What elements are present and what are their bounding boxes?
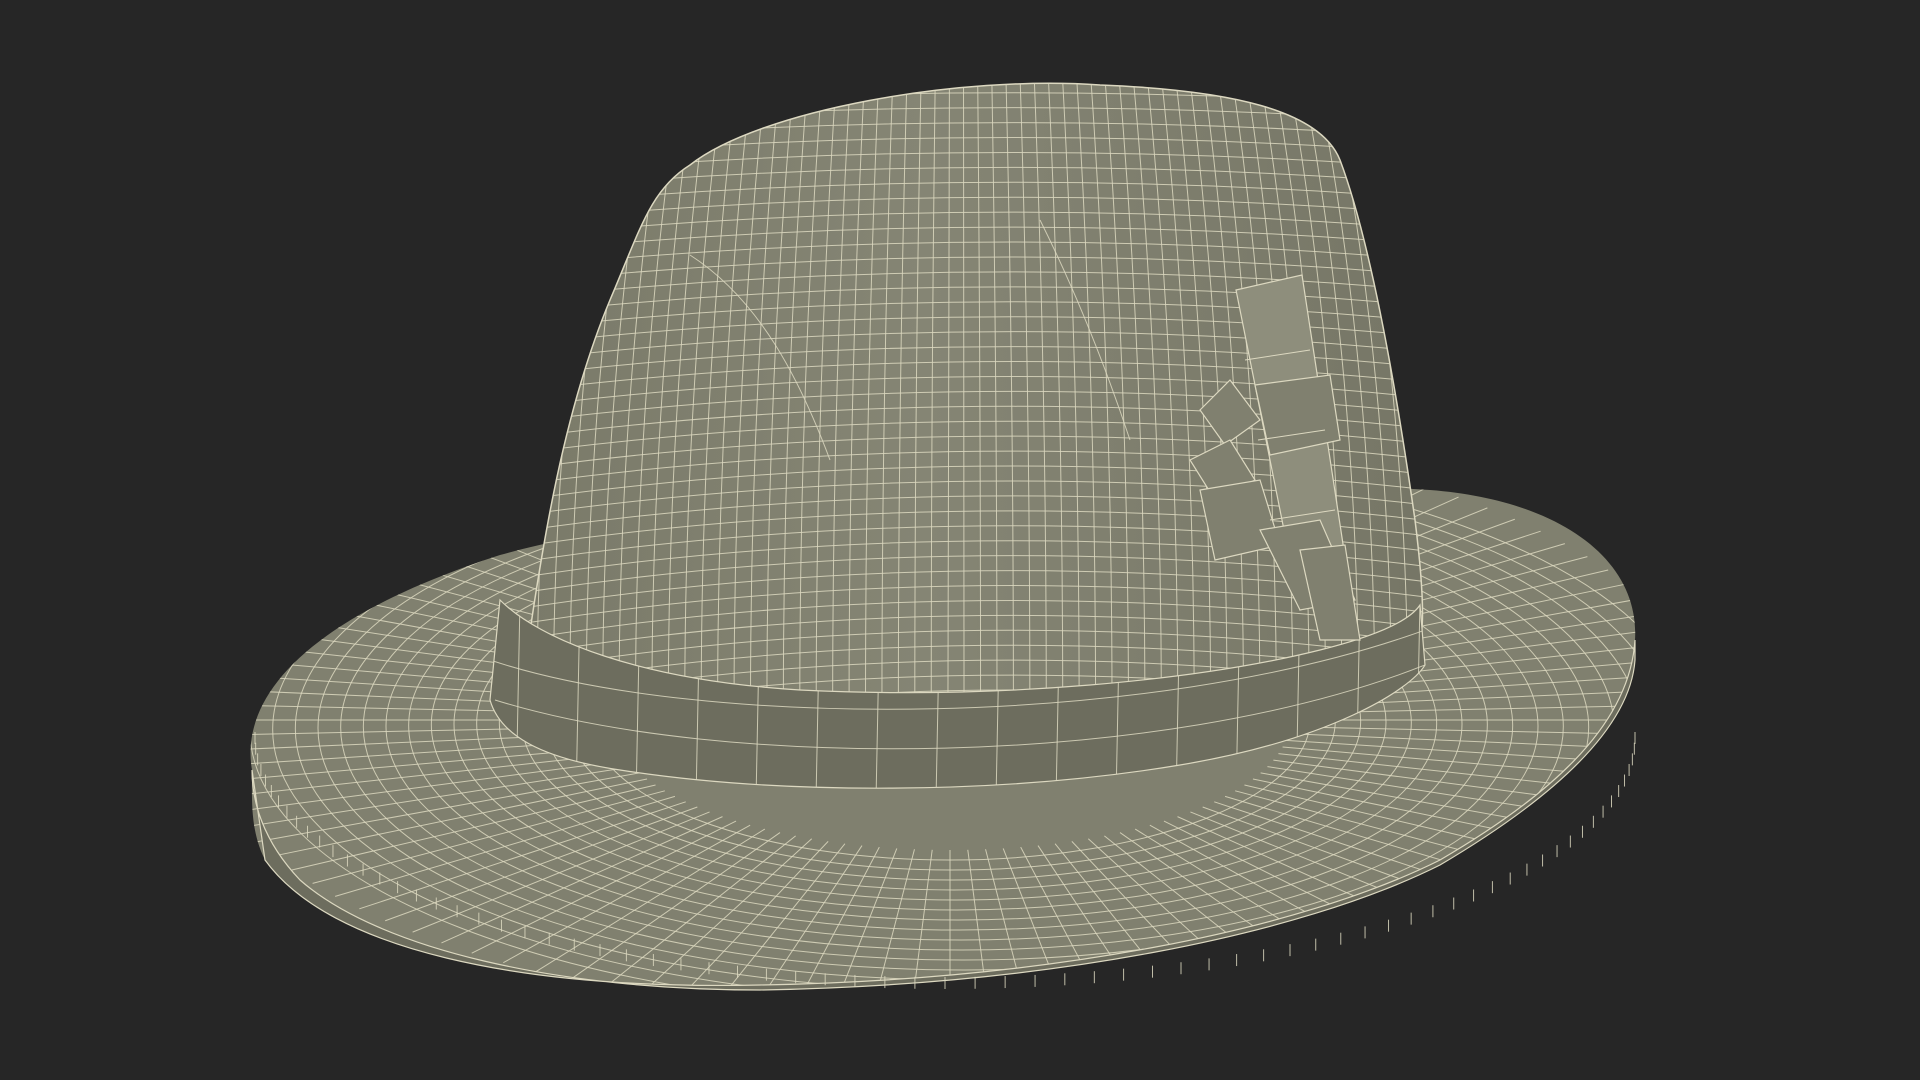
feather-plane xyxy=(1254,374,1341,456)
render-viewport xyxy=(0,0,1920,1080)
hat-wireframe-render xyxy=(250,82,1636,991)
